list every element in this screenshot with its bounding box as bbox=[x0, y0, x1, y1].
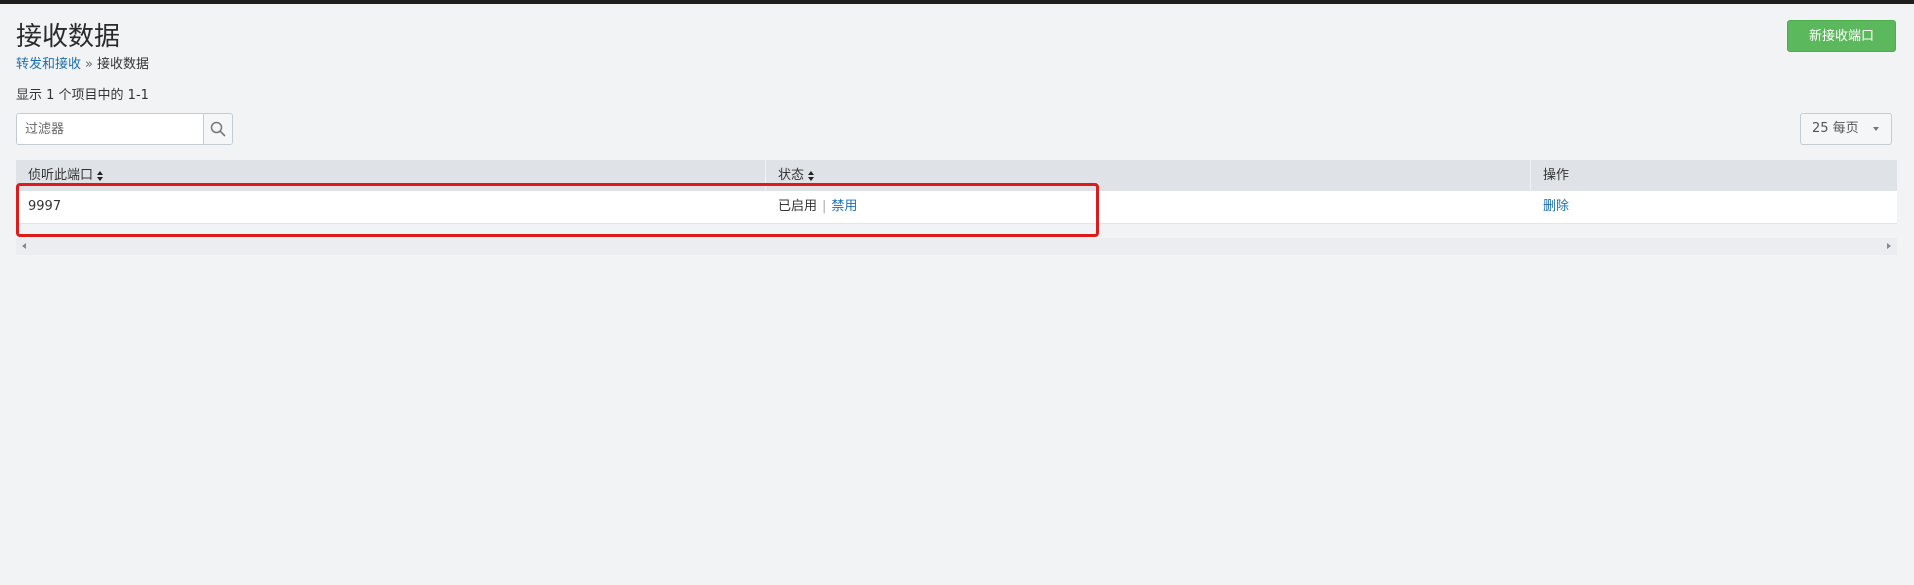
page-title: 接收数据 bbox=[16, 22, 121, 52]
disable-link[interactable]: 禁用 bbox=[831, 199, 857, 214]
cell-status: 已启用 | 禁用 bbox=[766, 191, 1531, 223]
chevron-down-icon bbox=[1873, 127, 1879, 131]
scroll-left-icon[interactable] bbox=[22, 243, 26, 249]
cell-actions: 删除 bbox=[1531, 191, 1897, 223]
cell-port: 9997 bbox=[28, 199, 62, 214]
per-page-label: 25 每页 bbox=[1812, 121, 1859, 136]
search-icon bbox=[210, 121, 226, 137]
per-page-dropdown[interactable]: 25 每页 bbox=[1800, 113, 1892, 145]
table-row: 9997 已启用 | 禁用 删除 bbox=[16, 191, 1897, 224]
filter-search-button[interactable] bbox=[203, 114, 232, 144]
breadcrumb-current: 接收数据 bbox=[96, 57, 149, 72]
sort-icon bbox=[808, 170, 815, 181]
sort-icon bbox=[97, 170, 104, 181]
column-header-label: 状态 bbox=[778, 168, 805, 183]
item-count-text: 显示 1 个项目中的 1-1 bbox=[16, 88, 149, 103]
breadcrumb: 转发和接收 » 接收数据 bbox=[16, 56, 149, 74]
filter-box bbox=[16, 113, 233, 145]
column-header-label: 操作 bbox=[1543, 168, 1570, 183]
horizontal-scrollbar[interactable] bbox=[16, 238, 1897, 255]
scroll-right-icon[interactable] bbox=[1887, 243, 1891, 249]
top-bar bbox=[0, 0, 1914, 4]
table-header: 侦听此端口 状态 操作 bbox=[16, 160, 1897, 191]
new-receive-port-button[interactable]: 新接收端口 bbox=[1787, 20, 1896, 52]
column-header-label: 侦听此端口 bbox=[28, 168, 94, 183]
column-header-status[interactable]: 状态 bbox=[766, 160, 1531, 191]
breadcrumb-separator: » bbox=[85, 57, 93, 72]
delete-link[interactable]: 删除 bbox=[1543, 199, 1569, 214]
column-header-actions: 操作 bbox=[1531, 160, 1897, 191]
filter-input[interactable] bbox=[17, 114, 203, 144]
status-separator: | bbox=[822, 199, 827, 214]
receive-ports-table: 侦听此端口 状态 操作 9997 已启用 | 禁用 删除 bbox=[16, 160, 1897, 224]
breadcrumb-link-forwarding-receiving[interactable]: 转发和接收 bbox=[16, 57, 81, 72]
status-text: 已启用 bbox=[778, 199, 818, 214]
column-header-port[interactable]: 侦听此端口 bbox=[16, 160, 766, 191]
